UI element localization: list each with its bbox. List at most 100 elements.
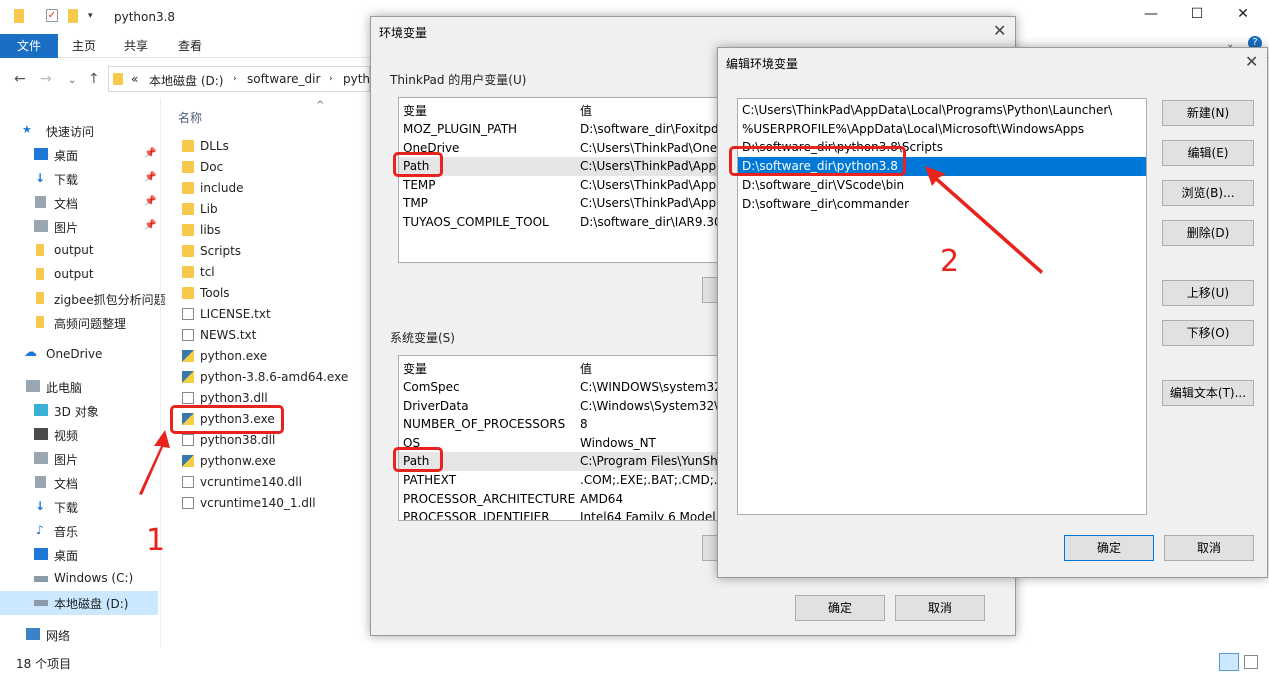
folder-icon bbox=[36, 244, 44, 256]
column-header-name[interactable]: 名称 bbox=[178, 109, 202, 126]
ok-button[interactable]: 确定 bbox=[1064, 535, 1154, 561]
close-icon[interactable]: ✕ bbox=[993, 21, 1006, 40]
nav-item-downloads-pc[interactable]: ↓ 下载 bbox=[0, 495, 158, 519]
ok-button[interactable]: 确定 bbox=[795, 595, 885, 621]
user-variable-row[interactable]: OneDrive C:\Users\ThinkPad\OneD bbox=[399, 139, 757, 158]
folder-icon bbox=[14, 9, 24, 23]
move-up-button[interactable]: 上移(U) bbox=[1162, 280, 1254, 306]
pin-icon: 📌 bbox=[144, 148, 157, 159]
folder-icon bbox=[182, 224, 194, 236]
nav-item-pictures-pc[interactable]: 图片 bbox=[0, 447, 158, 471]
user-variable-row[interactable]: TEMP C:\Users\ThinkPad\AppD bbox=[399, 176, 757, 195]
system-variables-list[interactable]: 变量 值 ComSpec C:\WINDOWS\system32 DriverDat… bbox=[398, 355, 758, 521]
path-entry[interactable]: D:\software_dir\VScode\bin bbox=[738, 176, 1146, 195]
nav-label: 桌面 bbox=[54, 149, 79, 163]
column-value[interactable]: 值 bbox=[580, 360, 592, 377]
system-variables-group-label: 系统变量(S) bbox=[390, 331, 455, 345]
close-icon[interactable]: ✕ bbox=[1228, 6, 1258, 28]
column-value[interactable]: 值 bbox=[580, 102, 592, 119]
user-variable-row[interactable]: TUYAOS_COMPILE_TOOL D:\software_dir\IAR9.… bbox=[399, 213, 757, 232]
nav-quick-access[interactable]: ★ 快速访问 bbox=[0, 119, 158, 143]
details-view-icon[interactable] bbox=[1219, 653, 1239, 671]
path-entry[interactable]: %USERPROFILE%\AppData\Local\Microsoft\Wi… bbox=[738, 120, 1146, 139]
breadcrumb-drive[interactable]: 本地磁盘 (D:) bbox=[149, 72, 223, 89]
nav-item-downloads[interactable]: ↓ 下载 📌 bbox=[0, 167, 158, 191]
close-icon[interactable]: ✕ bbox=[1245, 52, 1258, 71]
path-entry[interactable]: C:\Users\ThinkPad\AppData\Local\Programs… bbox=[738, 101, 1146, 120]
system-variable-row[interactable]: PATHEXT .COM;.EXE;.BAT;.CMD;.VB bbox=[399, 471, 757, 490]
variable-value: AMD64 bbox=[580, 491, 624, 506]
python-icon bbox=[182, 350, 194, 362]
system-variable-row[interactable]: ComSpec C:\WINDOWS\system32 bbox=[399, 378, 757, 397]
maximize-icon[interactable]: ☐ bbox=[1182, 6, 1212, 28]
nav-item-videos[interactable]: 视频 bbox=[0, 423, 158, 447]
nav-item-faq[interactable]: 高频问题整理 bbox=[0, 311, 158, 335]
nav-item-desktop-pc[interactable]: 桌面 bbox=[0, 543, 158, 567]
path-entry[interactable]: D:\software_dir\commander bbox=[738, 195, 1146, 214]
nav-item-drive-d[interactable]: 本地磁盘 (D:) bbox=[0, 591, 158, 615]
delete-button[interactable]: 删除(D) bbox=[1162, 220, 1254, 246]
properties-icon[interactable]: ✓ bbox=[46, 9, 58, 22]
nav-item-3d-objects[interactable]: 3D 对象 bbox=[0, 399, 158, 423]
system-variable-row[interactable]: Path C:\Program Files\YunShu bbox=[399, 452, 757, 471]
system-variable-row[interactable]: NUMBER_OF_PROCESSORS 8 bbox=[399, 415, 757, 434]
user-variable-row[interactable]: TMP C:\Users\ThinkPad\AppD bbox=[399, 194, 757, 213]
move-down-button[interactable]: 下移(O) bbox=[1162, 320, 1254, 346]
browse-button[interactable]: 浏览(B)... bbox=[1162, 180, 1254, 206]
cancel-button[interactable]: 取消 bbox=[1164, 535, 1254, 561]
cancel-button[interactable]: 取消 bbox=[895, 595, 985, 621]
system-variable-row[interactable]: OS Windows_NT bbox=[399, 434, 757, 453]
nav-network[interactable]: 网络 bbox=[0, 623, 158, 647]
system-variable-row[interactable]: PROCESSOR_ARCHITECTURE AMD64 bbox=[399, 490, 757, 509]
column-variable[interactable]: 变量 bbox=[403, 360, 427, 377]
large-icons-view-icon[interactable] bbox=[1244, 655, 1258, 669]
nav-item-pictures[interactable]: 图片 📌 bbox=[0, 215, 158, 239]
nav-item-desktop[interactable]: 桌面 📌 bbox=[0, 143, 158, 167]
nav-item-output[interactable]: output bbox=[0, 263, 158, 287]
quick-access-dropdown-icon[interactable]: ▾ bbox=[88, 11, 102, 25]
pin-icon: 📌 bbox=[144, 196, 157, 207]
document-icon bbox=[35, 196, 46, 208]
nav-this-pc[interactable]: 此电脑 bbox=[0, 375, 158, 399]
picture-icon bbox=[34, 220, 48, 232]
recent-dropdown-icon[interactable]: ⌄ bbox=[68, 75, 76, 86]
user-variable-row[interactable]: MOZ_PLUGIN_PATH D:\software_dir\Foxitpdf\ bbox=[399, 120, 757, 139]
nav-label: zigbee抓包分析问题 bbox=[54, 293, 166, 307]
variable-name: PROCESSOR_IDENTIFIER bbox=[403, 510, 550, 521]
minimize-icon[interactable]: — bbox=[1136, 6, 1166, 28]
column-variable[interactable]: 变量 bbox=[403, 102, 427, 119]
up-icon[interactable]: ↑ bbox=[88, 71, 100, 87]
edit-text-button[interactable]: 编辑文本(T)... bbox=[1162, 380, 1254, 406]
breadcrumb-overflow[interactable]: « bbox=[131, 72, 138, 86]
folder-icon bbox=[36, 268, 44, 280]
file-name: vcruntime140.dll bbox=[200, 475, 302, 489]
nav-item-documents-pc[interactable]: 文档 bbox=[0, 471, 158, 495]
new-button[interactable]: 新建(N) bbox=[1162, 100, 1254, 126]
breadcrumb-dir[interactable]: software_dir bbox=[247, 72, 320, 86]
tab-home[interactable]: 主页 bbox=[62, 34, 106, 58]
tab-file[interactable]: 文件 bbox=[0, 34, 58, 58]
new-folder-icon[interactable] bbox=[68, 9, 78, 23]
tab-view[interactable]: 查看 bbox=[168, 34, 212, 58]
variable-name: TUYAOS_COMPILE_TOOL bbox=[403, 215, 549, 229]
forward-icon[interactable]: → bbox=[40, 71, 52, 87]
drive-icon bbox=[34, 600, 48, 606]
nav-onedrive[interactable]: ☁ OneDrive bbox=[0, 343, 158, 367]
variable-value: D:\software_dir\IAR9.30\ bbox=[580, 215, 726, 229]
tab-share[interactable]: 共享 bbox=[114, 34, 158, 58]
system-variable-row[interactable]: PROCESSOR_IDENTIFIER Intel64 Family 6 Mod… bbox=[399, 508, 757, 521]
nav-item-zigbee[interactable]: zigbee抓包分析问题 bbox=[0, 287, 166, 311]
system-variable-row[interactable]: DriverData C:\Windows\System32\D bbox=[399, 397, 757, 416]
file-name: Scripts bbox=[200, 244, 242, 258]
nav-item-documents[interactable]: 文档 📌 bbox=[0, 191, 158, 215]
address-bar[interactable]: « 本地磁盘 (D:) › software_dir › pytho bbox=[108, 66, 377, 92]
user-variable-row[interactable]: Path C:\Users\ThinkPad\AppD bbox=[399, 157, 757, 176]
edit-button[interactable]: 编辑(E) bbox=[1162, 140, 1254, 166]
nav-item-output[interactable]: output bbox=[0, 239, 158, 263]
user-variables-list[interactable]: 变量 值 MOZ_PLUGIN_PATH D:\software_dir\Foxi… bbox=[398, 97, 758, 263]
back-icon[interactable]: ← bbox=[14, 71, 26, 87]
file-name: libs bbox=[200, 223, 221, 237]
nav-item-music[interactable]: ♪ 音乐 bbox=[0, 519, 158, 543]
picture-icon bbox=[34, 452, 48, 464]
nav-item-drive-c[interactable]: Windows (C:) bbox=[0, 567, 158, 591]
